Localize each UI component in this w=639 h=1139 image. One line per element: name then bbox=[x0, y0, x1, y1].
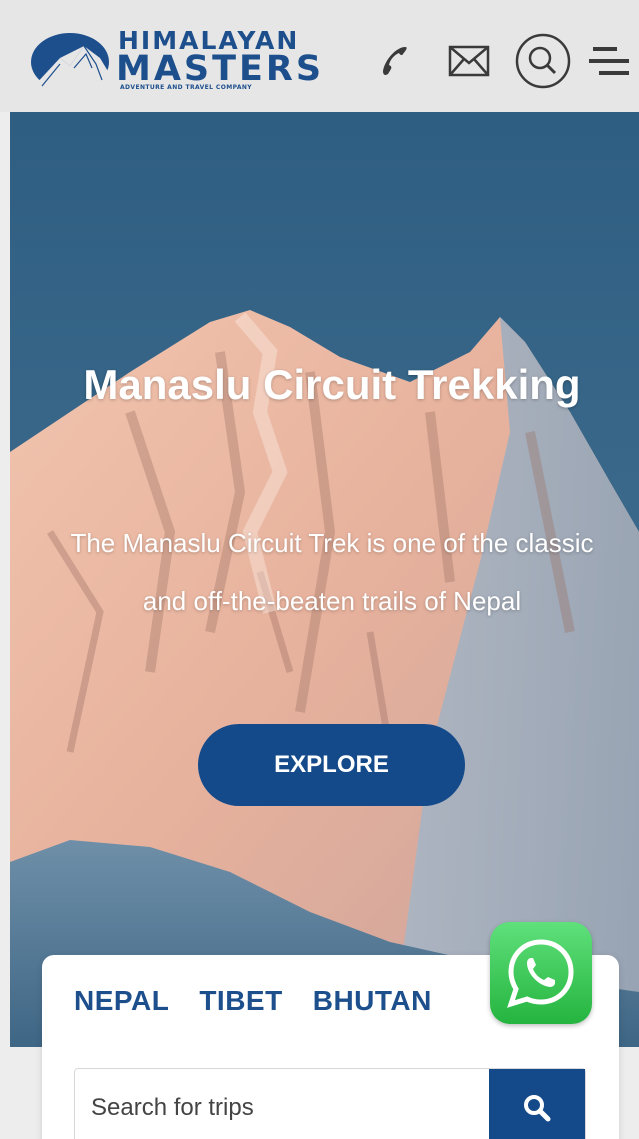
tab-bhutan[interactable]: BHUTAN bbox=[313, 985, 432, 1017]
site-header: HIMALAYAN MASTERS ADVENTURE AND TRAVEL C… bbox=[0, 0, 639, 112]
trip-search-bar bbox=[74, 1068, 586, 1139]
hero-subtitle: The Manaslu Circuit Trek is one of the c… bbox=[70, 528, 594, 616]
country-tabs: NEPAL TIBET BHUTAN bbox=[74, 985, 432, 1017]
brand-name-line2: MASTERS bbox=[116, 49, 325, 89]
whatsapp-button[interactable] bbox=[490, 922, 592, 1024]
hero-banner: Manaslu Circuit Trekking The Manaslu Cir… bbox=[10, 112, 639, 1047]
search-icon[interactable] bbox=[512, 30, 574, 92]
search-icon bbox=[524, 1095, 551, 1122]
page: HIMALAYAN MASTERS ADVENTURE AND TRAVEL C… bbox=[0, 0, 639, 1139]
whatsapp-icon bbox=[507, 939, 574, 1008]
tab-nepal[interactable]: NEPAL bbox=[74, 985, 169, 1017]
menu-icon[interactable] bbox=[584, 36, 634, 86]
brand-tagline: ADVENTURE AND TRAVEL COMPANY bbox=[120, 84, 253, 91]
phone-icon[interactable] bbox=[370, 36, 420, 86]
tab-tibet[interactable]: TIBET bbox=[199, 985, 282, 1017]
mountain-logo-icon bbox=[31, 33, 112, 90]
trip-search-input[interactable] bbox=[75, 1069, 489, 1139]
explore-button[interactable]: EXPLORE bbox=[198, 724, 465, 806]
trip-search-button[interactable] bbox=[489, 1069, 585, 1139]
mail-icon[interactable] bbox=[444, 36, 494, 86]
hero-title: Manaslu Circuit Trekking bbox=[83, 361, 581, 408]
brand-logo[interactable]: HIMALAYAN MASTERS ADVENTURE AND TRAVEL C… bbox=[30, 24, 321, 94]
